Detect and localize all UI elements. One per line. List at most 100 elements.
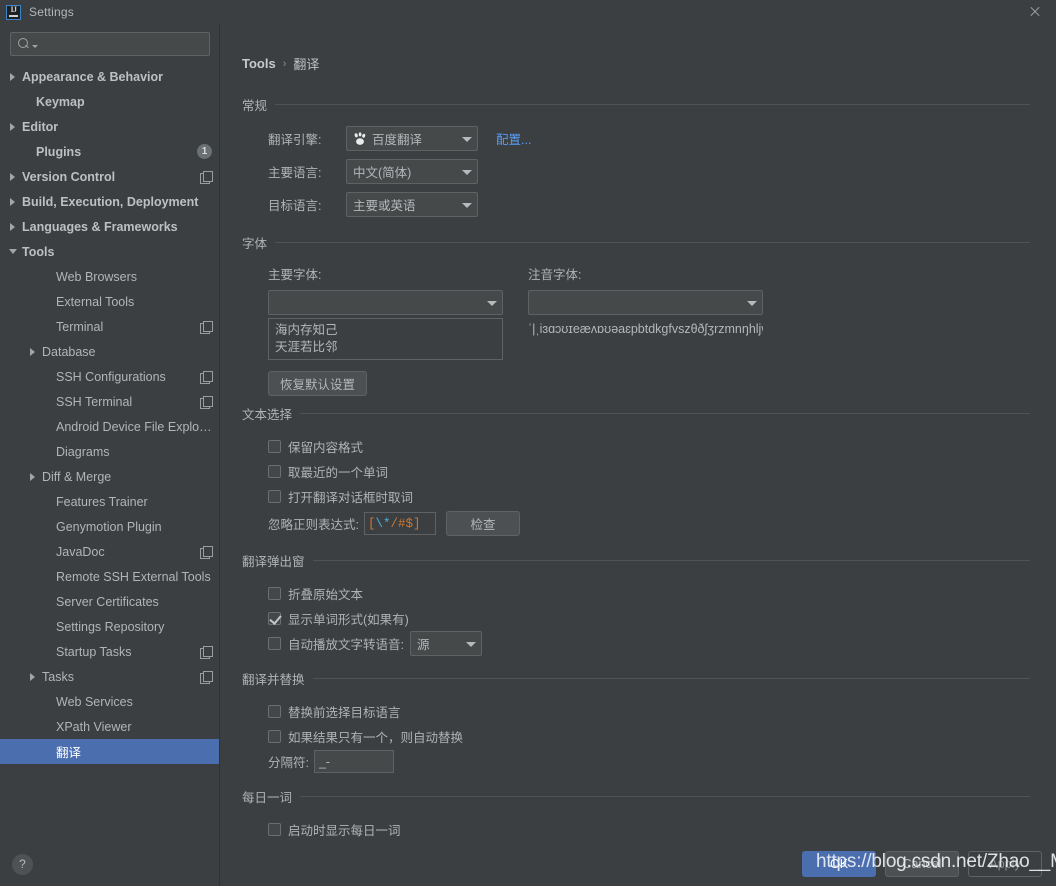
chevron-down-icon[interactable] — [743, 291, 760, 314]
chevron-down-icon[interactable] — [458, 127, 475, 150]
chevron-down-icon[interactable] — [462, 632, 479, 655]
phonetic-font-label: 注音字体: — [528, 268, 582, 282]
sidebar-item-7[interactable]: Tools — [0, 239, 220, 264]
sidebar-item-15[interactable]: Diagrams — [0, 439, 220, 464]
sidebar-item-20[interactable]: Remote SSH External Tools — [0, 564, 220, 589]
search-input[interactable] — [38, 37, 203, 51]
sidebar-item-22[interactable]: Settings Repository — [0, 614, 220, 639]
breadcrumb: Tools › 翻译 — [242, 54, 1030, 73]
sidebar-item-13[interactable]: SSH Terminal — [0, 389, 220, 414]
replace-label-1: 如果结果只有一个，则自动替换 — [288, 731, 464, 745]
text-selection-checkbox-group: 保留内容格式 取最近的一个单词 打开翻译对话框时取词 — [268, 435, 1030, 508]
sidebar-item-label: Tasks — [42, 669, 74, 684]
tts-source-select[interactable]: 源 — [409, 631, 482, 656]
sidebar-item-3[interactable]: Plugins 1 — [0, 139, 220, 164]
primary-language-label: 主要语言: — [268, 166, 322, 180]
chevron-right-icon[interactable] — [8, 196, 19, 207]
text-selection-checkbox-2[interactable] — [268, 490, 281, 503]
sidebar-item-9[interactable]: External Tools — [0, 289, 220, 314]
popup-checkbox-1[interactable] — [268, 612, 281, 625]
sidebar-item-label: Tools — [22, 244, 55, 259]
sidebar-item-4[interactable]: Version Control — [0, 164, 220, 189]
chevron-down-icon[interactable] — [458, 160, 475, 183]
sidebar-item-label: Startup Tasks — [56, 644, 132, 659]
help-button[interactable]: ? — [12, 853, 33, 875]
breadcrumb-root[interactable]: Tools — [242, 56, 276, 71]
sidebar-item-label: Web Services — [56, 694, 133, 709]
separator-input[interactable] — [313, 750, 394, 773]
configure-link[interactable]: 配置... — [496, 129, 531, 148]
sidebar-item-21[interactable]: Server Certificates — [0, 589, 220, 614]
section-general-header: 常规 — [242, 95, 1030, 114]
section-replace: 翻译并替换 替换前选择目标语言 如果结果只有一个，则自动替换 分隔符: — [242, 669, 1030, 773]
sidebar-item-label: 翻译 — [56, 746, 82, 760]
search-container — [0, 24, 220, 62]
sidebar-item-1[interactable]: Keymap — [0, 89, 220, 114]
primary-font-select[interactable] — [268, 290, 503, 315]
word-of-day-checkbox-0[interactable] — [268, 823, 281, 836]
chevron-down-icon[interactable] — [458, 193, 475, 216]
chevron-down-icon[interactable] — [483, 291, 500, 314]
sidebar-item-17[interactable]: Features Trainer — [0, 489, 220, 514]
sidebar-item-14[interactable]: Android Device File Explorer — [0, 414, 220, 439]
settings-sidebar: Appearance & Behavior Keymap Editor Plugins… — [0, 24, 220, 886]
chevron-right-icon[interactable] — [8, 71, 19, 82]
regex-row: 忽略正则表达式: [\*/#$] 检查 — [268, 511, 1030, 536]
tts-row: 自动播放文字转语音: 源 — [268, 631, 1030, 656]
target-language-select[interactable]: 主要或英语 — [346, 192, 478, 217]
chevron-right-icon[interactable] — [28, 471, 39, 482]
restore-defaults-button[interactable]: 恢复默认设置 — [268, 371, 368, 396]
sidebar-item-0[interactable]: Appearance & Behavior — [0, 64, 220, 89]
chevron-right-icon[interactable] — [8, 171, 19, 182]
text-selection-checkbox-1[interactable] — [268, 465, 281, 478]
regex-input[interactable]: [\*/#$] — [363, 512, 436, 535]
primary-font-preview: 海内存知己 天涯若比邻 — [268, 318, 503, 360]
copy-settings-icon — [200, 395, 213, 409]
sidebar-item-11[interactable]: Database — [0, 339, 220, 364]
text-selection-label-0: 保留内容格式 — [288, 441, 364, 455]
settings-scroll-area: Tools › 翻译 常规 翻译引擎: 百度翻译 配置... 主要语言: 中文(… — [220, 24, 1056, 842]
chevron-right-icon[interactable] — [8, 221, 19, 232]
sidebar-item-18[interactable]: Genymotion Plugin — [0, 514, 220, 539]
close-icon[interactable] — [1028, 5, 1042, 19]
sidebar-item-8[interactable]: Web Browsers — [0, 264, 220, 289]
sidebar-item-2[interactable]: Editor — [0, 114, 220, 139]
chevron-right-icon[interactable] — [8, 121, 19, 132]
search-icon — [17, 37, 31, 51]
text-selection-checkbox-0[interactable] — [268, 440, 281, 453]
cancel-button[interactable]: Cancel — [885, 851, 959, 877]
chevron-right-icon[interactable] — [28, 346, 39, 357]
sidebar-item-19[interactable]: JavaDoc — [0, 539, 220, 564]
text-selection-row-0: 保留内容格式 — [268, 435, 1030, 458]
separator-row: 分隔符: — [268, 750, 1030, 773]
sidebar-item-6[interactable]: Languages & Frameworks — [0, 214, 220, 239]
sidebar-item-24[interactable]: Tasks — [0, 664, 220, 689]
sidebar-item-5[interactable]: Build, Execution, Deployment — [0, 189, 220, 214]
engine-select[interactable]: 百度翻译 — [346, 126, 478, 151]
section-popup-title: 翻译弹出窗 — [242, 555, 305, 569]
tts-checkbox[interactable] — [268, 637, 281, 650]
search-box[interactable] — [10, 32, 210, 56]
replace-checkbox-1[interactable] — [268, 730, 281, 743]
apply-button[interactable]: Apply — [968, 851, 1042, 877]
chevron-right-icon[interactable] — [28, 671, 39, 682]
primary-language-select[interactable]: 中文(简体) — [346, 159, 478, 184]
sidebar-item-23[interactable]: Startup Tasks — [0, 639, 220, 664]
check-regex-button[interactable]: 检查 — [445, 511, 520, 536]
phonetic-font-select[interactable] — [528, 290, 763, 315]
ok-button[interactable]: OK — [802, 851, 876, 877]
replace-checkbox-0[interactable] — [268, 705, 281, 718]
popup-checkbox-0[interactable] — [268, 587, 281, 600]
sidebar-item-26[interactable]: XPath Viewer — [0, 714, 220, 739]
settings-tree[interactable]: Appearance & Behavior Keymap Editor Plugins… — [0, 62, 220, 842]
copy-settings-icon — [200, 320, 213, 334]
sidebar-item-12[interactable]: SSH Configurations — [0, 364, 220, 389]
sidebar-item-27[interactable]: 翻译 — [0, 739, 220, 764]
sidebar-item-16[interactable]: Diff & Merge — [0, 464, 220, 489]
sidebar-item-25[interactable]: Web Services — [0, 689, 220, 714]
chevron-down-icon[interactable] — [8, 246, 19, 257]
sidebar-item-10[interactable]: Terminal — [0, 314, 220, 339]
